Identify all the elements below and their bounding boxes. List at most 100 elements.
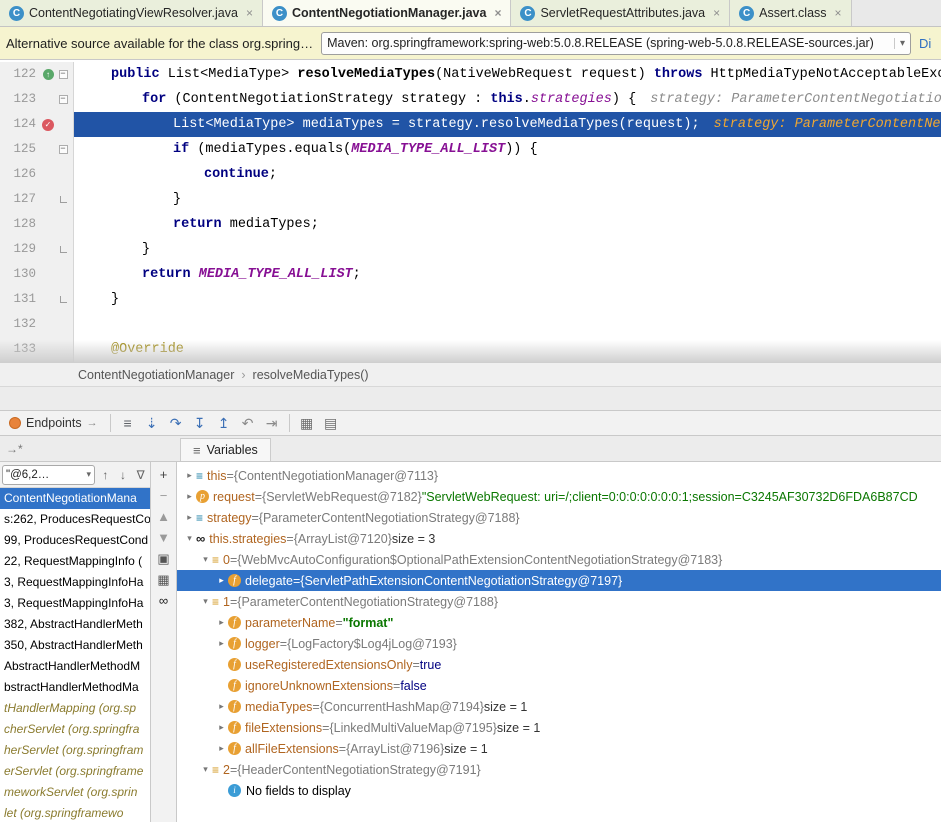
add-watch-icon[interactable]: + bbox=[160, 468, 168, 481]
variable-row-fileextensions[interactable]: ▸ffileExtensions = {LinkedMultiValueMap@… bbox=[177, 717, 941, 738]
gutter[interactable]: 128 bbox=[0, 212, 74, 237]
variable-row-request[interactable]: ▸prequest = {ServletWebRequest@7182} "Se… bbox=[177, 486, 941, 507]
variable-row-this-strategies[interactable]: ▾∞this.strategies = {ArrayList@7120} siz… bbox=[177, 528, 941, 549]
chevron-right-icon[interactable]: ▸ bbox=[183, 491, 196, 502]
close-icon[interactable]: × bbox=[494, 6, 501, 20]
chevron-right-icon[interactable]: ▸ bbox=[215, 722, 228, 733]
breakpoint-icon[interactable]: ✓ bbox=[42, 119, 54, 131]
variable-row-parametername[interactable]: ▸fparameterName = "format" bbox=[177, 612, 941, 633]
variable-row-0[interactable]: ▾≡0 = {WebMvcAutoConfiguration$OptionalP… bbox=[177, 549, 941, 570]
chevron-down-icon[interactable]: ▾ bbox=[199, 554, 212, 565]
gutter[interactable]: 127 bbox=[0, 187, 74, 212]
gutter[interactable]: 133 bbox=[0, 337, 74, 362]
implements-icon[interactable]: ↑ bbox=[43, 69, 54, 80]
fold-end-icon[interactable] bbox=[60, 296, 67, 303]
thread-selector[interactable]: "@6,2… ▾ bbox=[2, 465, 95, 485]
gutter[interactable]: 125− bbox=[0, 137, 74, 162]
filter-icon[interactable]: ∇ bbox=[133, 468, 148, 482]
gutter[interactable]: 122↑− bbox=[0, 62, 74, 87]
step-over-icon[interactable]: ↷ bbox=[164, 412, 188, 434]
gutter[interactable]: 130 bbox=[0, 262, 74, 287]
move-watch-up-icon[interactable]: ▲ bbox=[157, 510, 170, 523]
breadcrumb-class[interactable]: ContentNegotiationManager bbox=[78, 368, 234, 382]
stack-frame[interactable]: 99, ProducesRequestCond bbox=[0, 530, 150, 551]
gutter[interactable]: 129 bbox=[0, 237, 74, 262]
stack-frame[interactable]: let (org.springframewo bbox=[0, 803, 150, 822]
disable-link[interactable]: Di bbox=[919, 36, 935, 51]
close-icon[interactable]: × bbox=[713, 6, 720, 20]
fold-end-icon[interactable] bbox=[60, 246, 67, 253]
variable-row-useregisteredextensionsonly[interactable]: fuseRegisteredExtensionsOnly = true bbox=[177, 654, 941, 675]
stack-frame[interactable]: 3, RequestMappingInfoHa bbox=[0, 593, 150, 614]
drop-frame-icon[interactable]: ↶ bbox=[236, 412, 260, 434]
gutter[interactable]: 126 bbox=[0, 162, 74, 187]
chevron-right-icon[interactable]: ▸ bbox=[215, 701, 228, 712]
fold-icon[interactable]: − bbox=[59, 145, 68, 154]
variable-row-1[interactable]: ▾≡1 = {ParameterContentNegotiationStrate… bbox=[177, 591, 941, 612]
stack-frame[interactable]: 382, AbstractHandlerMeth bbox=[0, 614, 150, 635]
variable-row-no-fields-to-display[interactable]: iNo fields to display bbox=[177, 780, 941, 801]
duplicate-watch-icon[interactable]: ▣ bbox=[157, 552, 169, 565]
gutter[interactable]: 131 bbox=[0, 287, 74, 312]
chevron-right-icon[interactable]: ▸ bbox=[215, 575, 228, 586]
chevron-right-icon[interactable]: ▸ bbox=[215, 617, 228, 628]
chevron-down-icon[interactable]: ▾ bbox=[199, 764, 212, 775]
stack-frame[interactable]: tHandlerMapping (org.sp bbox=[0, 698, 150, 719]
close-icon[interactable]: × bbox=[246, 6, 253, 20]
stack-frame[interactable]: bstractHandlerMethodMa bbox=[0, 677, 150, 698]
variable-row-strategy[interactable]: ▸≡strategy = {ParameterContentNegotiatio… bbox=[177, 507, 941, 528]
stack-frame[interactable]: 22, RequestMappingInfo ( bbox=[0, 551, 150, 572]
source-jar-dropdown[interactable]: Maven: org.springframework:spring-web:5.… bbox=[321, 32, 911, 55]
tab-contentnegotiatingviewresolver-java[interactable]: CContentNegotiatingViewResolver.java× bbox=[0, 0, 263, 26]
variable-row-2[interactable]: ▾≡2 = {HeaderContentNegotiationStrategy@… bbox=[177, 759, 941, 780]
chevron-right-icon[interactable]: ▸ bbox=[215, 743, 228, 754]
chevron-right-icon[interactable]: ▸ bbox=[215, 638, 228, 649]
gutter[interactable]: 123− bbox=[0, 87, 74, 112]
show-watches-icon[interactable]: ∞ bbox=[159, 594, 168, 607]
chevron-down-icon[interactable]: ▾ bbox=[894, 38, 905, 49]
tab-contentnegotiationmanager-java[interactable]: CContentNegotiationManager.java× bbox=[263, 0, 512, 26]
variable-row-mediatypes[interactable]: ▸fmediaTypes = {ConcurrentHashMap@7194} … bbox=[177, 696, 941, 717]
evaluate-expression-icon[interactable]: ▦ bbox=[295, 412, 319, 434]
frame-down-icon[interactable]: ↓ bbox=[116, 468, 131, 482]
stack-frame[interactable]: meworkServlet (org.sprin bbox=[0, 782, 150, 803]
variable-row-ignoreunknownextensions[interactable]: fignoreUnknownExtensions = false bbox=[177, 675, 941, 696]
gutter[interactable]: 132 bbox=[0, 312, 74, 337]
fold-icon[interactable]: − bbox=[59, 95, 68, 104]
focus-icon[interactable]: →* bbox=[6, 442, 23, 456]
frame-up-icon[interactable]: ↑ bbox=[98, 468, 113, 482]
variable-row-this[interactable]: ▸≡this = {ContentNegotiationManager@7113… bbox=[177, 465, 941, 486]
stack-frame[interactable]: ContentNegotiationMana bbox=[0, 488, 150, 509]
fold-icon[interactable]: − bbox=[59, 70, 68, 79]
stack-frame[interactable]: cherServlet (org.springfra bbox=[0, 719, 150, 740]
breadcrumb-method[interactable]: resolveMediaTypes() bbox=[253, 368, 369, 382]
chevron-down-icon[interactable]: ▾ bbox=[183, 533, 196, 544]
stack-frame[interactable]: erServlet (org.springframe bbox=[0, 761, 150, 782]
fold-end-icon[interactable] bbox=[60, 196, 67, 203]
stack-frame[interactable]: 350, AbstractHandlerMeth bbox=[0, 635, 150, 656]
chevron-down-icon[interactable]: ▾ bbox=[199, 596, 212, 607]
step-into-icon[interactable]: ↧ bbox=[188, 412, 212, 434]
show-execution-point-icon[interactable]: ⇣ bbox=[140, 412, 164, 434]
tab-endpoints[interactable]: Endpoints → bbox=[2, 411, 105, 435]
edit-watch-icon[interactable]: ▦ bbox=[157, 573, 169, 586]
chevron-right-icon[interactable]: ▸ bbox=[183, 512, 196, 523]
run-to-cursor-icon[interactable]: ⇥ bbox=[260, 412, 284, 434]
gutter[interactable]: 124✓ bbox=[0, 112, 74, 137]
stack-frame[interactable]: herServlet (org.springfram bbox=[0, 740, 150, 761]
code-editor[interactable]: 122↑−public List<MediaType> resolveMedia… bbox=[0, 60, 941, 362]
variable-row-delegate[interactable]: ▸fdelegate = {ServletPathExtensionConten… bbox=[177, 570, 941, 591]
remove-watch-icon[interactable]: − bbox=[160, 489, 168, 502]
step-out-icon[interactable]: ↥ bbox=[212, 412, 236, 434]
layout-settings-icon[interactable]: ≡ bbox=[116, 412, 140, 434]
stack-frame[interactable]: s:262, ProducesRequestCo bbox=[0, 509, 150, 530]
tab-assert-class[interactable]: CAssert.class× bbox=[730, 0, 851, 26]
stack-frame[interactable]: AbstractHandlerMethodM bbox=[0, 656, 150, 677]
variable-row-logger[interactable]: ▸flogger = {LogFactory$Log4jLog@7193} bbox=[177, 633, 941, 654]
tab-variables[interactable]: ≡ Variables bbox=[180, 438, 271, 461]
move-watch-down-icon[interactable]: ▼ bbox=[157, 531, 170, 544]
close-icon[interactable]: × bbox=[835, 6, 842, 20]
settings-grid-icon[interactable]: ▤ bbox=[319, 412, 343, 434]
tab-servletrequestattributes-java[interactable]: CServletRequestAttributes.java× bbox=[511, 0, 730, 26]
chevron-right-icon[interactable]: ▸ bbox=[183, 470, 196, 481]
